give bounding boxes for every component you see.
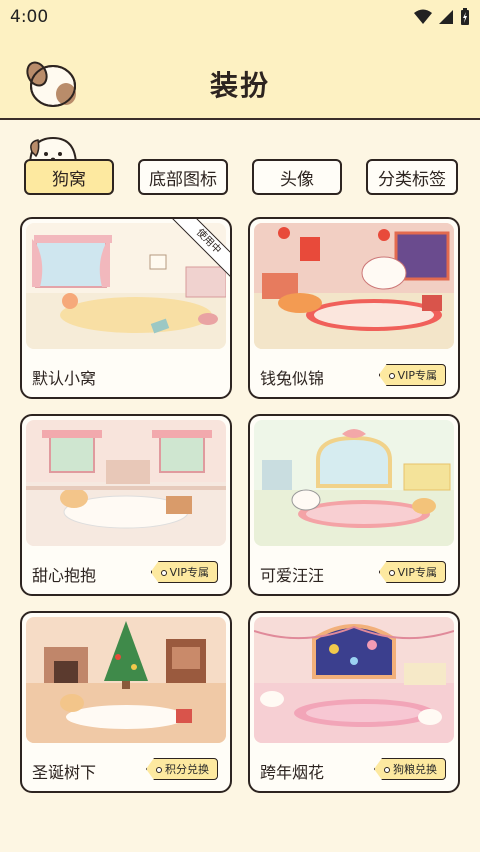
vip-badge: VIP专属: [378, 364, 446, 386]
decoration-card-sweet[interactable]: 甜心抱抱 VIP专属: [20, 414, 232, 596]
room-preview: [254, 420, 454, 546]
decoration-card-rabbit[interactable]: 钱兔似锦 VIP专属: [248, 217, 460, 399]
dog-food-exchange-badge: 狗粮兑换: [374, 758, 446, 780]
rabbit-room-image: [254, 223, 454, 349]
tab-category-labels[interactable]: 分类标签: [366, 159, 458, 195]
sweet-room-image: [26, 420, 226, 546]
decoration-card-fireworks[interactable]: 跨年烟花 狗粮兑换: [248, 611, 460, 793]
battery-icon: [461, 8, 469, 25]
room-preview: [26, 617, 226, 743]
decoration-name: 钱兔似锦: [260, 369, 325, 388]
decoration-card-christmas[interactable]: 圣诞树下 积分兑换: [20, 611, 232, 793]
room-preview: [254, 223, 454, 349]
decoration-card-default[interactable]: 使用中 默认小窝: [20, 217, 232, 399]
tab-dog-house[interactable]: 狗窝: [24, 159, 114, 195]
page-title: 装扮: [209, 69, 270, 102]
header: 装扮: [0, 34, 480, 120]
room-preview: [26, 420, 226, 546]
tab-avatar[interactable]: 头像: [252, 159, 342, 195]
cute-room-image: [254, 420, 454, 546]
decoration-name: 默认小窝: [32, 369, 97, 388]
status-bar: 4:00: [0, 0, 480, 34]
vip-badge: VIP专属: [150, 561, 218, 583]
points-exchange-badge: 积分兑换: [146, 758, 218, 780]
status-time: 4:00: [10, 7, 49, 27]
category-tabs: 狗窝 底部图标 头像 分类标签: [24, 159, 458, 195]
decoration-card-cute[interactable]: 可爱汪汪 VIP专属: [248, 414, 460, 596]
decoration-name: 甜心抱抱: [32, 566, 97, 585]
tab-bottom-icons[interactable]: 底部图标: [138, 159, 228, 195]
vip-badge: VIP专属: [378, 561, 446, 583]
wifi-icon: [414, 9, 432, 24]
cell-signal-icon: [439, 10, 453, 24]
status-icons: [414, 8, 470, 26]
decoration-name: 跨年烟花: [260, 763, 325, 782]
room-preview: [254, 617, 454, 743]
fireworks-room-image: [254, 617, 454, 743]
decoration-name: 可爱汪汪: [260, 566, 325, 585]
christmas-room-image: [26, 617, 226, 743]
decoration-name: 圣诞树下: [32, 763, 97, 782]
